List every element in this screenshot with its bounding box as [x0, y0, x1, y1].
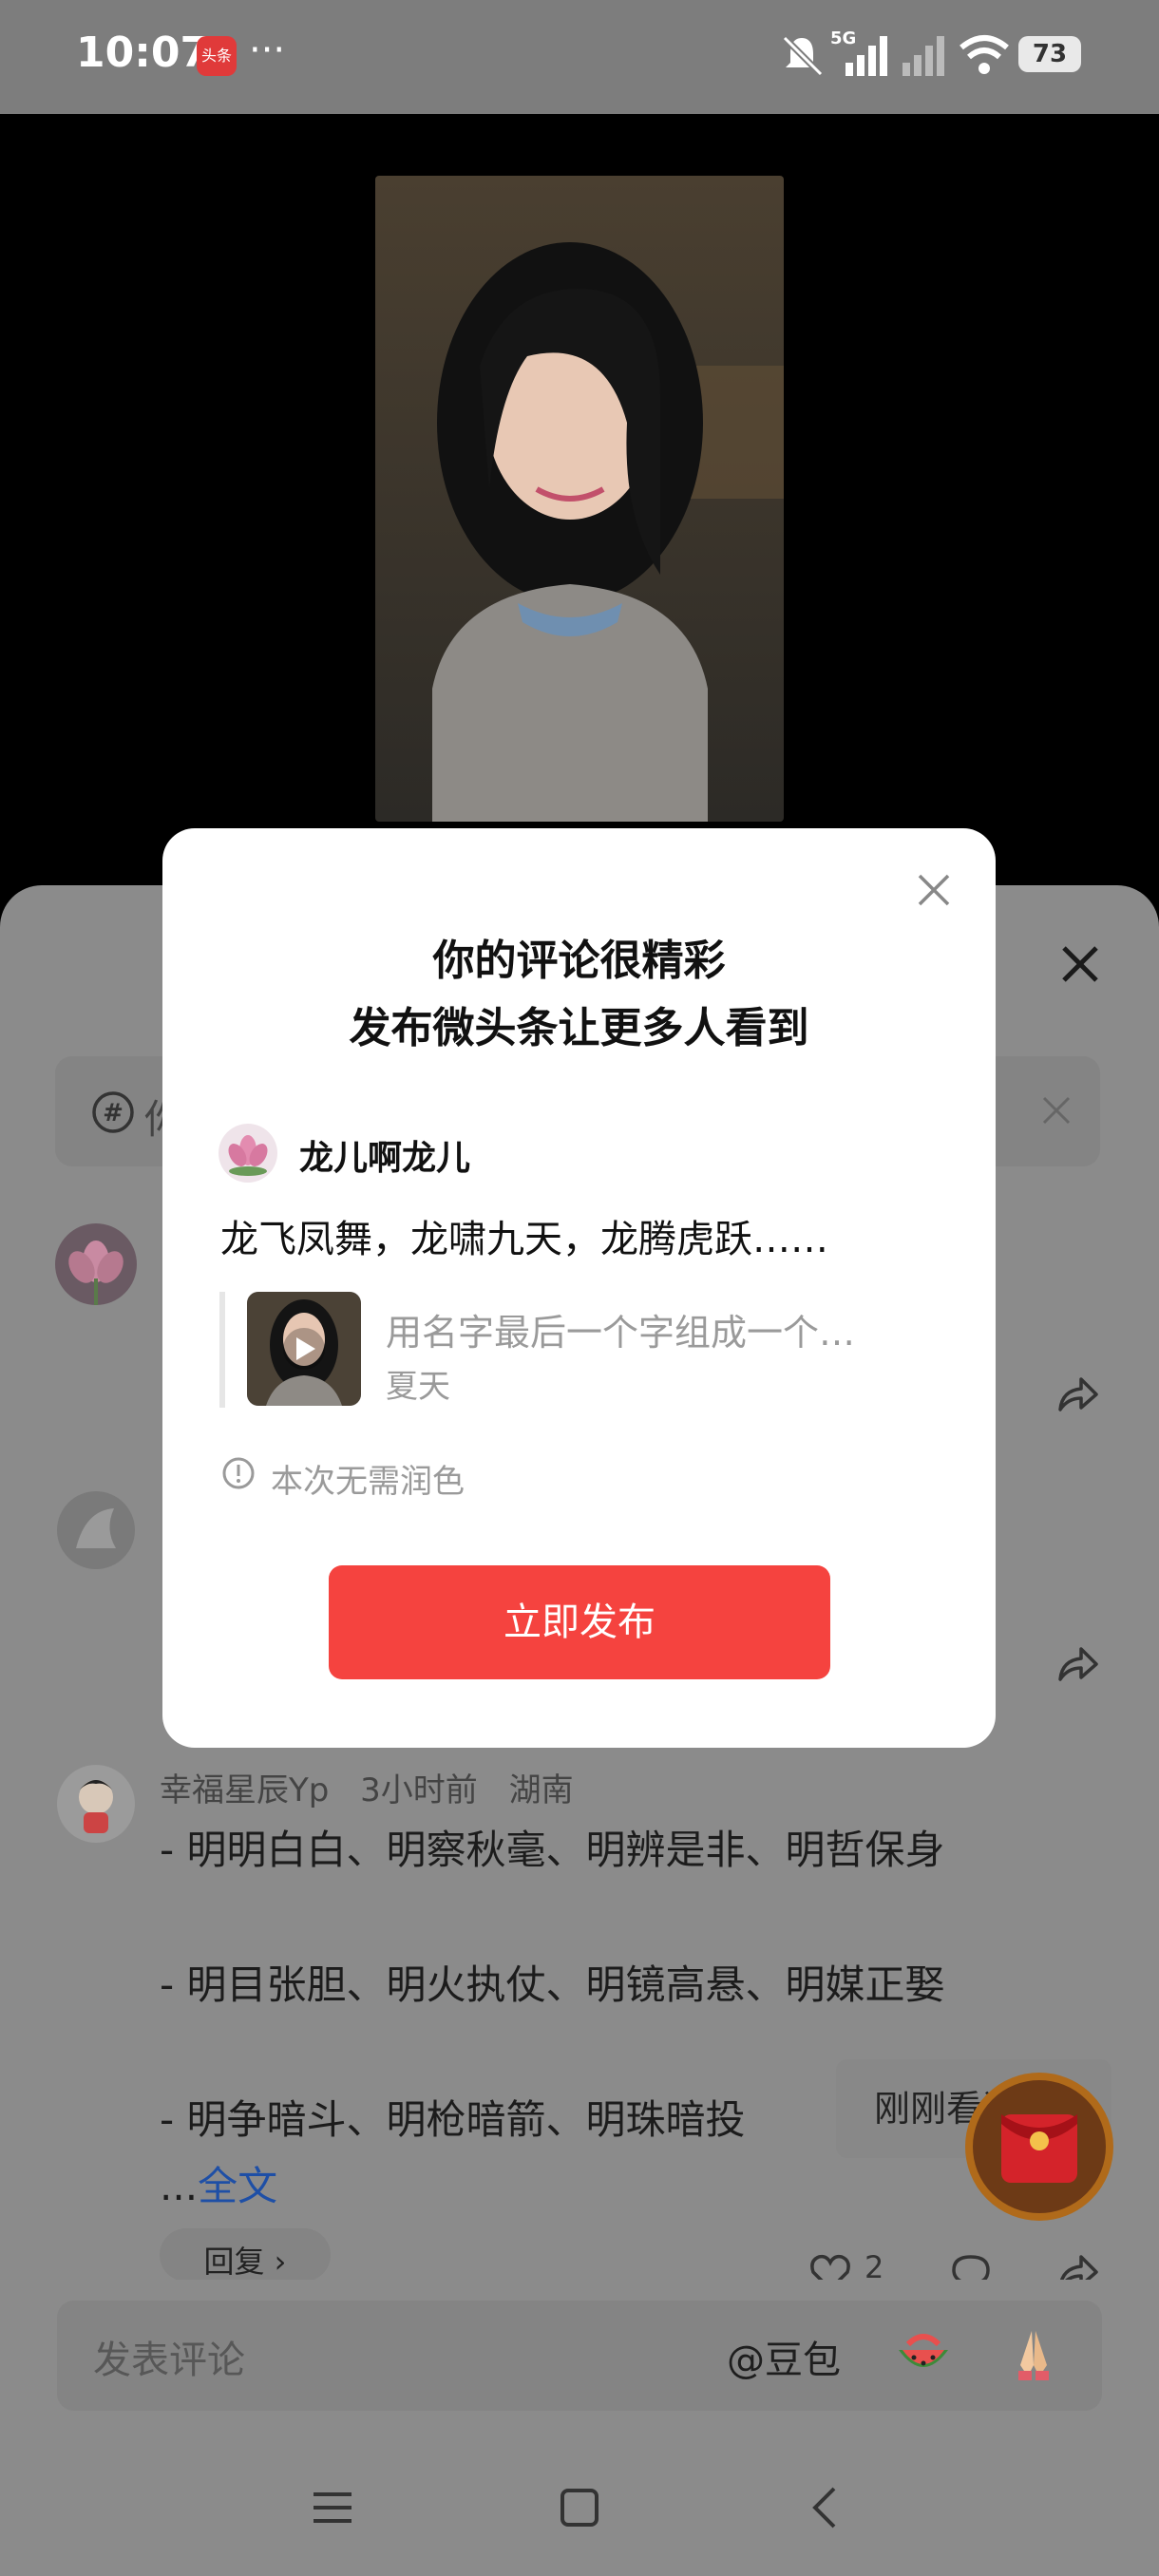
comment-text-line: - 明明白白、明察秋毫、明辨是非、明哲保身 — [160, 1827, 945, 1873]
comment-input-placeholder: 发表评论 — [93, 2339, 245, 2382]
share-icon[interactable] — [1054, 1641, 1100, 1687]
comment-location: 湖南 — [508, 1771, 574, 1809]
comment-time: 3小时前 — [360, 1771, 478, 1809]
more-notifications-icon: ··· — [249, 28, 286, 72]
mention-doubao-button[interactable]: @豆包 — [727, 2329, 841, 2384]
dialog-close-icon[interactable] — [910, 866, 958, 914]
comment-username[interactable]: 幸福星辰Yp — [160, 1771, 329, 1809]
video-thumbnail[interactable] — [375, 176, 784, 822]
polish-hint: 本次无需润色 — [271, 1463, 465, 1501]
toutiao-app-icon: 头条 — [197, 36, 237, 76]
full-text-link[interactable]: 全文 — [198, 2163, 277, 2209]
comment-ellipsis: ... — [160, 2163, 199, 2209]
reply-button[interactable]: 回复 › — [160, 2228, 331, 2282]
status-time: 10:07 — [76, 28, 210, 77]
avatar[interactable] — [57, 1491, 135, 1569]
dialog-comment-text: 龙飞凤舞，龙啸九天，龙腾虎跃…… — [220, 1218, 828, 1261]
info-icon — [222, 1457, 255, 1489]
comment-ellipsis-line: ...全文 — [160, 2154, 277, 2212]
red-packet-button[interactable] — [965, 2073, 1113, 2221]
status-bar: 10:07 头条 ··· 5G 73 — [0, 0, 1159, 114]
dialog-username: 龙儿啊龙儿 — [299, 1139, 471, 1178]
back-nav-icon[interactable] — [798, 2479, 855, 2536]
comment-text-line: - 明目张胆、明火执仗、明镜高悬、明媒正娶 — [160, 1961, 945, 2008]
quote-author: 夏天 — [386, 1368, 450, 1406]
pray-emoji-icon[interactable] — [1003, 2323, 1064, 2384]
signal-secondary-icon — [902, 36, 944, 76]
avatar[interactable] — [55, 1223, 137, 1305]
watermelon-emoji-icon[interactable] — [893, 2323, 954, 2384]
wifi-icon — [960, 35, 1009, 74]
dialog-title-line1: 你的评论很精彩 — [432, 937, 726, 985]
share-icon[interactable] — [1054, 1372, 1100, 1417]
battery-indicator: 73 — [1018, 36, 1081, 72]
dialog-title-line2: 发布微头条让更多人看到 — [349, 1004, 809, 1052]
menu-nav-icon[interactable] — [304, 2479, 361, 2536]
hashtag-icon: # — [92, 1091, 134, 1133]
mute-icon — [782, 35, 824, 77]
home-nav-icon[interactable] — [551, 2479, 608, 2536]
publish-now-button[interactable]: 立即发布 — [329, 1565, 830, 1679]
quoted-video-thumbnail — [247, 1292, 361, 1406]
svg-text:#: # — [103, 1099, 124, 1127]
sheet-close-icon[interactable] — [1056, 940, 1104, 988]
comment-meta: 幸福星辰Yp 3小时前 湖南 — [160, 1764, 574, 1810]
quote-title: 用名字最后一个字组成一个… — [386, 1312, 856, 1354]
quote-divider — [219, 1292, 225, 1408]
avatar[interactable] — [57, 1765, 135, 1843]
avatar — [218, 1124, 277, 1183]
signal-icon — [846, 36, 887, 76]
clear-icon[interactable] — [1040, 1094, 1073, 1127]
comment-text-line: - 明争暗斗、明枪暗箭、明珠暗投 — [160, 2096, 746, 2143]
